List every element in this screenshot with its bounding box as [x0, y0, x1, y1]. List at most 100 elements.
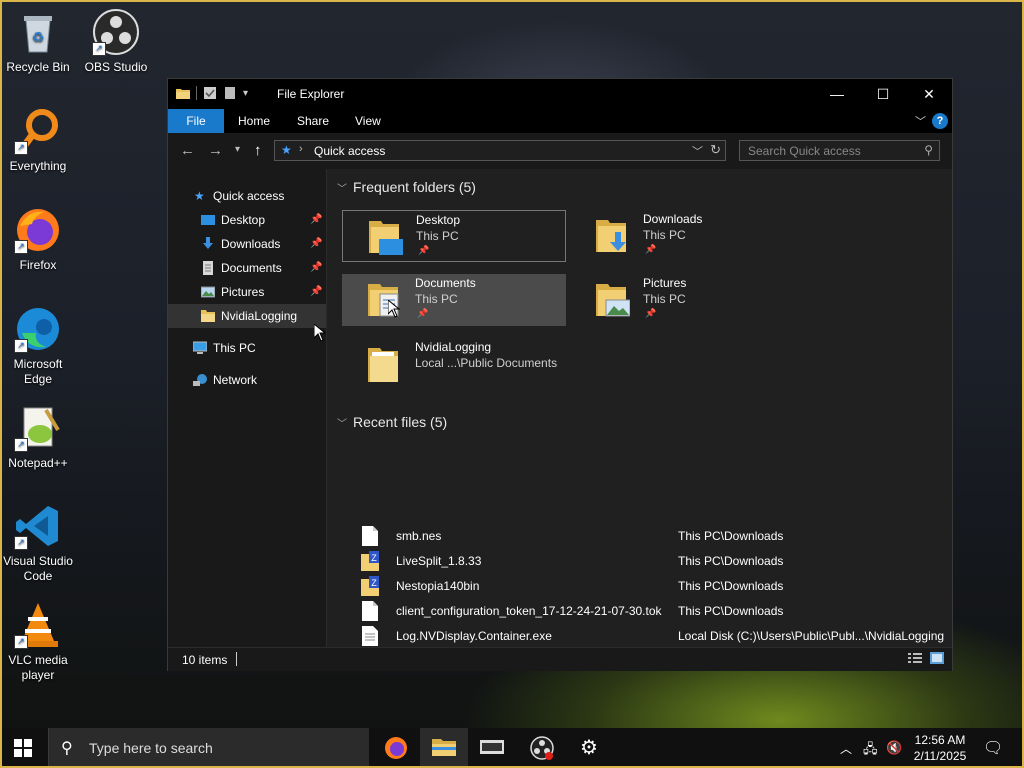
- desktop-icon-label: OBS Studio: [84, 60, 148, 74]
- frequent-folders-header[interactable]: ﹀ Frequent folders (5): [337, 179, 476, 195]
- back-arrow-icon[interactable]: ←: [180, 142, 195, 159]
- folder-name: Downloads: [643, 212, 703, 226]
- show-hidden-icons-chevron-icon[interactable]: ︿: [840, 740, 852, 757]
- documents-icon: [203, 261, 213, 275]
- properties-icon[interactable]: [203, 86, 217, 100]
- address-bar[interactable]: ★ › Quick access ﹀ ↻: [274, 140, 726, 161]
- folder-tile-pictures[interactable]: Pictures This PC 📌: [570, 274, 794, 326]
- new-folder-icon[interactable]: [223, 86, 237, 100]
- desktop-icon-everything[interactable]: ↗ Everything: [2, 107, 74, 174]
- tab-file[interactable]: File: [168, 109, 224, 133]
- taskbar-settings[interactable]: ⚙: [566, 728, 614, 768]
- desktop-icon-label: Recycle Bin: [6, 60, 70, 74]
- desktop-icon-label: Firefox: [19, 258, 57, 272]
- details-view-icon[interactable]: [908, 652, 922, 664]
- desktop-icon-obs-studio[interactable]: ↗ OBS Studio: [80, 8, 152, 75]
- window-title: File Explorer: [277, 87, 345, 101]
- folder-name: Pictures: [643, 276, 687, 290]
- folder-tile-documents[interactable]: Documents This PC 📌: [342, 274, 566, 326]
- pictures-folder-icon: [596, 284, 630, 317]
- desktop-icon-firefox[interactable]: ↗ Firefox: [2, 206, 74, 273]
- tab-home[interactable]: Home: [238, 109, 270, 133]
- nav-item-quick-access[interactable]: ★ Quick access: [168, 184, 326, 208]
- recent-locations-chevron-icon[interactable]: ▾: [235, 144, 240, 155]
- taskbar-file-explorer[interactable]: [420, 728, 468, 768]
- content-pane: ﹀ Frequent folders (5) Desktop This PC 📌 …: [327, 169, 952, 647]
- pictures-icon: [201, 286, 215, 298]
- search-input[interactable]: [746, 143, 920, 159]
- up-arrow-icon[interactable]: ↑: [254, 142, 262, 159]
- search-box[interactable]: ⚲: [739, 140, 940, 161]
- shortcut-arrow-icon: ↗: [92, 42, 106, 56]
- customize-toolbar-chevron-icon[interactable]: ▾: [243, 88, 248, 99]
- desktop-icon-edge[interactable]: ↗ Microsoft Edge: [2, 305, 74, 387]
- network-status-icon[interactable]: 🖧: [863, 740, 878, 762]
- gear-icon: ⚙: [580, 737, 598, 759]
- desktop-icon-label: Everything: [9, 159, 67, 173]
- recent-file-row[interactable]: client_configuration_token_17-12-24-21-0…: [361, 598, 951, 623]
- recent-files-header[interactable]: ﹀ Recent files (5): [337, 414, 447, 430]
- nav-item-downloads[interactable]: Downloads 📌: [168, 232, 326, 256]
- nav-item-this-pc[interactable]: This PC: [168, 336, 326, 360]
- recent-file-row[interactable]: Z LiveSplit_1.8.33 This PC\Downloads: [361, 548, 951, 573]
- desktop-icon-notepadpp[interactable]: ↗ Notepad++: [2, 404, 74, 471]
- quick-access-toolbar: ▾: [176, 86, 248, 100]
- maximize-button[interactable]: ☐: [860, 79, 906, 109]
- nav-item-network[interactable]: Network: [168, 368, 326, 392]
- taskbar-firefox[interactable]: [372, 728, 420, 768]
- file-icon: [362, 526, 378, 546]
- shortcut-arrow-icon: ↗: [14, 141, 28, 155]
- windows-start-icon[interactable]: [14, 739, 32, 757]
- pin-icon: 📌: [417, 308, 429, 318]
- notification-center-icon[interactable]: 🗨: [983, 738, 1003, 758]
- tab-view[interactable]: View: [355, 109, 381, 133]
- downloads-icon: [203, 237, 213, 249]
- vscode-icon: ↗: [14, 502, 62, 550]
- breadcrumb-quick-access[interactable]: Quick access: [314, 144, 385, 158]
- taskbar-clock[interactable]: 12:56 AM 2/11/2025: [900, 732, 980, 764]
- nav-item-desktop[interactable]: Desktop 📌: [168, 208, 326, 232]
- close-button[interactable]: ✕: [906, 79, 952, 109]
- file-location: This PC\Downloads: [678, 579, 784, 593]
- pin-icon: 📌: [645, 244, 657, 254]
- nav-item-label: Desktop: [221, 213, 266, 227]
- firefox-icon: [385, 737, 407, 759]
- title-bar[interactable]: ▾ File Explorer — ☐ ✕: [168, 79, 952, 109]
- folder-tile-nvidialogging[interactable]: NvidiaLogging Local ...\Public Documents: [342, 338, 566, 390]
- nav-item-pictures[interactable]: Pictures 📌: [168, 280, 326, 304]
- group-heading: Recent files (5): [353, 414, 448, 430]
- help-button[interactable]: ?: [932, 113, 948, 129]
- recent-file-row[interactable]: Z Nestopia140bin This PC\Downloads: [361, 573, 951, 598]
- taskbar-terminal[interactable]: [468, 728, 516, 768]
- folder-tile-downloads[interactable]: Downloads This PC 📌: [570, 210, 794, 262]
- recent-file-row[interactable]: Log.NVDisplay.Container.exe Local Disk (…: [361, 623, 951, 648]
- network-icon: [193, 374, 207, 386]
- file-name: Log.NVDisplay.Container.exe: [396, 629, 552, 643]
- recent-file-row[interactable]: smb.nes This PC\Downloads: [361, 523, 951, 548]
- minimize-button[interactable]: —: [814, 79, 860, 109]
- refresh-icon[interactable]: ↻: [710, 142, 721, 158]
- taskbar-search-box[interactable]: ⚲ Type here to search: [48, 728, 369, 768]
- status-divider: [236, 652, 237, 666]
- desktop-icon-vscode[interactable]: ↗ Visual Studio Code: [2, 502, 74, 584]
- large-icons-view-icon[interactable]: [930, 652, 944, 664]
- tab-share[interactable]: Share: [297, 109, 329, 133]
- search-icon: ⚲: [924, 143, 933, 157]
- taskbar-obs-studio[interactable]: [518, 728, 566, 768]
- desktop-icon-recycle-bin[interactable]: ♻ Recycle Bin: [2, 8, 74, 75]
- forward-arrow-icon[interactable]: →: [208, 142, 223, 159]
- svg-text:Z: Z: [371, 578, 377, 588]
- breadcrumb-separator-icon[interactable]: ›: [299, 143, 303, 155]
- edge-icon: ↗: [14, 305, 62, 353]
- folder-tile-desktop[interactable]: Desktop This PC 📌: [342, 210, 566, 262]
- nav-item-documents[interactable]: Documents 📌: [168, 256, 326, 280]
- nav-item-nvidialogging[interactable]: NvidiaLogging: [168, 304, 326, 328]
- file-icon: [362, 601, 378, 621]
- svg-text:♻: ♻: [32, 29, 45, 45]
- desktop-icon-vlc[interactable]: ↗ VLC media player: [2, 601, 74, 683]
- folder-location: This PC: [643, 292, 686, 306]
- expand-ribbon-chevron-icon[interactable]: ﹀: [915, 113, 926, 129]
- folder-location: This PC: [415, 292, 458, 306]
- toolbar-divider: [196, 86, 197, 100]
- address-dropdown-chevron-icon[interactable]: ﹀: [692, 143, 703, 159]
